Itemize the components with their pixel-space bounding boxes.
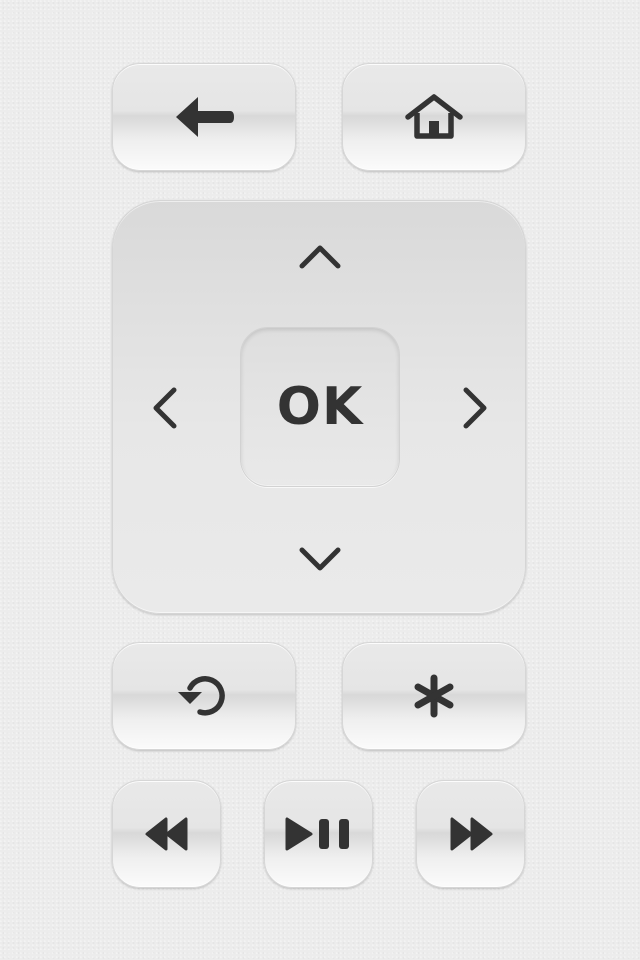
back-button[interactable]: [112, 63, 296, 171]
rewind-icon: [144, 816, 190, 852]
chevron-down-icon: [298, 544, 342, 574]
home-button[interactable]: [342, 63, 526, 171]
left-button[interactable]: [125, 368, 205, 448]
right-button[interactable]: [435, 368, 515, 448]
back-arrow-icon: [172, 93, 236, 141]
chevron-up-icon: [298, 242, 342, 272]
remote-control: OK: [0, 0, 640, 960]
chevron-left-icon: [150, 386, 180, 430]
instant-replay-button[interactable]: [112, 642, 296, 750]
up-button[interactable]: [280, 217, 360, 297]
down-button[interactable]: [280, 519, 360, 599]
ok-button[interactable]: OK: [240, 327, 400, 487]
ok-label: OK: [276, 377, 364, 437]
asterisk-icon: [412, 674, 456, 718]
rewind-button[interactable]: [112, 780, 221, 888]
direction-pad: OK: [112, 200, 526, 614]
play-pause-button[interactable]: [264, 780, 373, 888]
fast-forward-button[interactable]: [416, 780, 525, 888]
play-pause-icon: [283, 816, 355, 852]
fast-forward-icon: [448, 816, 494, 852]
home-icon: [405, 94, 463, 140]
options-button[interactable]: [342, 642, 526, 750]
instant-replay-icon: [176, 672, 232, 720]
chevron-right-icon: [460, 386, 490, 430]
